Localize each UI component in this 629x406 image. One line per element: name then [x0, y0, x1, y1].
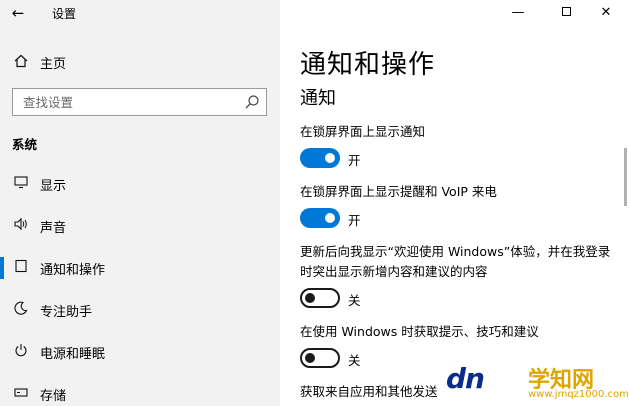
setting-lockscreen-reminders-voip: 在锁屏界面上显示提醒和 VoIP 来电 开	[300, 182, 620, 230]
setting-label: 更新后向我显示“欢迎使用 Windows”体验，并在我登录时突出显示新增内容和建…	[300, 244, 611, 279]
main-content: 通知和操作 通知 在锁屏界面上显示通知 开 在锁屏界面上显示提醒和 VoIP 来…	[280, 0, 629, 406]
toggle-switch[interactable]	[300, 148, 340, 168]
sidebar-item-power-sleep[interactable]: 电源和睡眠	[0, 332, 280, 372]
sidebar-item-label: 专注助手	[40, 305, 93, 320]
storage-icon	[12, 385, 30, 403]
window-title: 设置	[52, 7, 77, 21]
sidebar-item-notifications[interactable]: 通知和操作	[0, 248, 280, 288]
monitor-icon	[12, 175, 30, 193]
setting-welcome-experience: 更新后向我显示“欢迎使用 Windows”体验，并在我登录时突出显示新增内容和建…	[300, 242, 620, 310]
section-label-system: 系统	[12, 137, 38, 152]
toggle-state-label: 开	[348, 213, 361, 228]
speaker-icon	[12, 217, 30, 235]
toggle-knob	[305, 353, 315, 363]
power-icon	[12, 343, 30, 361]
toggle-row: 开	[300, 148, 620, 170]
sidebar-item-focus-assist[interactable]: 专注助手	[0, 290, 280, 330]
scrollbar-thumb[interactable]	[624, 148, 627, 206]
sidebar-item-label: 显示	[40, 179, 67, 194]
page-title: 通知和操作	[300, 50, 436, 80]
toggle-state-label: 关	[348, 293, 361, 308]
back-button[interactable]: ←	[6, 2, 30, 24]
setting-label: 在锁屏界面上显示提醒和 VoIP 来电	[300, 184, 497, 199]
watermark-logo: dn	[446, 362, 485, 395]
sidebar-item-storage[interactable]: 存储	[0, 374, 280, 406]
search-box[interactable]	[12, 88, 267, 116]
watermark-url: www.jmqz1000.com	[528, 389, 629, 400]
watermark: dn 学知网 www.jmqz1000.com	[446, 362, 629, 404]
sidebar-item-home[interactable]: 主页	[0, 46, 280, 78]
toggle-knob	[305, 293, 315, 303]
sidebar: 主页 系统 显示 声音 通知和操作 专注助手	[0, 0, 280, 406]
notification-icon	[12, 259, 30, 277]
sidebar-item-display[interactable]: 显示	[0, 164, 280, 204]
sidebar-item-sound[interactable]: 声音	[0, 206, 280, 246]
sidebar-item-label: 声音	[40, 221, 67, 236]
sidebar-home-label: 主页	[40, 57, 67, 72]
sidebar-item-label: 电源和睡眠	[40, 347, 106, 362]
toggle-row: 开	[300, 208, 620, 230]
toggle-switch[interactable]	[300, 208, 340, 228]
setting-lockscreen-notifications: 在锁屏界面上显示通知 开	[300, 122, 620, 170]
moon-icon	[12, 301, 30, 319]
setting-label: 在锁屏界面上显示通知	[300, 124, 426, 139]
toggle-switch[interactable]	[300, 348, 340, 368]
sidebar-item-label: 存储	[40, 389, 67, 404]
toggle-row: 关	[300, 288, 620, 310]
home-icon	[12, 54, 30, 72]
search-input[interactable]	[13, 89, 238, 115]
active-indicator	[0, 257, 4, 279]
setting-label: 在使用 Windows 时获取提示、技巧和建议	[300, 324, 539, 339]
toggle-switch[interactable]	[300, 288, 340, 308]
sidebar-item-label: 通知和操作	[40, 263, 106, 278]
toggle-state-label: 关	[348, 353, 361, 368]
toggle-knob	[325, 213, 335, 223]
toggle-knob	[325, 153, 335, 163]
section-heading-notifications: 通知	[300, 88, 336, 109]
search-icon[interactable]	[244, 94, 260, 110]
toggle-state-label: 开	[348, 153, 361, 168]
